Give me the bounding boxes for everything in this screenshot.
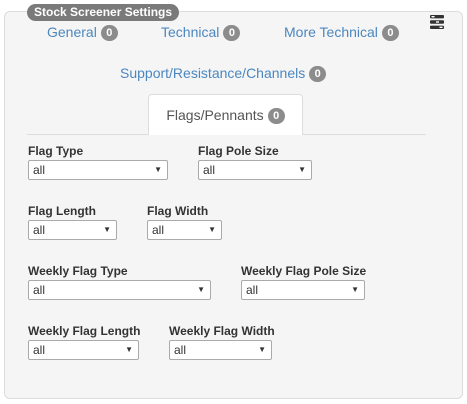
flag-type-label: Flag Type (28, 144, 84, 158)
chevron-down-icon: ▼ (154, 165, 162, 174)
tab-flags-pennants-count: 0 (267, 108, 285, 124)
weekly-flag-width-label: Weekly Flag Width (169, 324, 275, 338)
weekly-flag-width-value: all (174, 343, 187, 357)
tab-support-resistance-channels-count: 0 (309, 66, 327, 82)
tab-more-technical[interactable]: More Technical 0 (284, 23, 399, 41)
chevron-down-icon: ▼ (351, 285, 359, 294)
tab-general[interactable]: General 0 (47, 23, 118, 41)
tab-technical[interactable]: Technical 0 (161, 23, 241, 41)
weekly-flag-length-value: all (33, 343, 46, 357)
weekly-flag-length-label: Weekly Flag Length (28, 324, 141, 338)
flag-type-value: all (33, 163, 46, 177)
weekly-flag-width-select[interactable]: all ▼ (169, 340, 272, 360)
flag-width-value: all (152, 223, 165, 237)
tab-flags-pennants-label: Flags/Pennants (166, 107, 264, 123)
panel-title: Stock Screener Settings (27, 4, 180, 21)
flag-type-select[interactable]: all ▼ (28, 160, 168, 180)
menu-icon[interactable] (430, 15, 444, 29)
tab-technical-count: 0 (223, 25, 241, 41)
flag-pole-size-value: all (203, 163, 216, 177)
flag-length-select[interactable]: all ▼ (28, 220, 117, 240)
tab-general-count: 0 (100, 25, 118, 41)
flag-length-label: Flag Length (28, 204, 96, 218)
chevron-down-icon: ▼ (197, 285, 205, 294)
tab-support-resistance-channels[interactable]: Support/Resistance/Channels 0 (120, 64, 327, 82)
tab-support-resistance-channels-label: Support/Resistance/Channels (120, 65, 306, 81)
weekly-flag-type-label: Weekly Flag Type (28, 264, 128, 278)
tab-more-technical-count: 0 (381, 25, 399, 41)
flag-pole-size-select[interactable]: all ▼ (198, 160, 312, 180)
flag-length-value: all (33, 223, 46, 237)
tab-more-technical-label: More Technical (284, 24, 378, 40)
chevron-down-icon: ▼ (125, 345, 133, 354)
weekly-flag-pole-size-select[interactable]: all ▼ (241, 280, 365, 300)
chevron-down-icon: ▼ (208, 225, 216, 234)
chevron-down-icon: ▼ (258, 345, 266, 354)
chevron-down-icon: ▼ (298, 165, 306, 174)
weekly-flag-type-value: all (33, 283, 46, 297)
weekly-flag-type-select[interactable]: all ▼ (28, 280, 211, 300)
tab-technical-label: Technical (161, 24, 220, 40)
weekly-flag-pole-size-label: Weekly Flag Pole Size (241, 264, 367, 278)
weekly-flag-length-select[interactable]: all ▼ (28, 340, 139, 360)
tab-flags-pennants[interactable]: Flags/Pennants 0 (148, 94, 303, 135)
chevron-down-icon: ▼ (103, 225, 111, 234)
tab-general-label: General (47, 24, 97, 40)
weekly-flag-pole-size-value: all (246, 283, 259, 297)
flag-pole-size-label: Flag Pole Size (198, 144, 279, 158)
flag-width-label: Flag Width (147, 204, 209, 218)
flag-width-select[interactable]: all ▼ (147, 220, 222, 240)
